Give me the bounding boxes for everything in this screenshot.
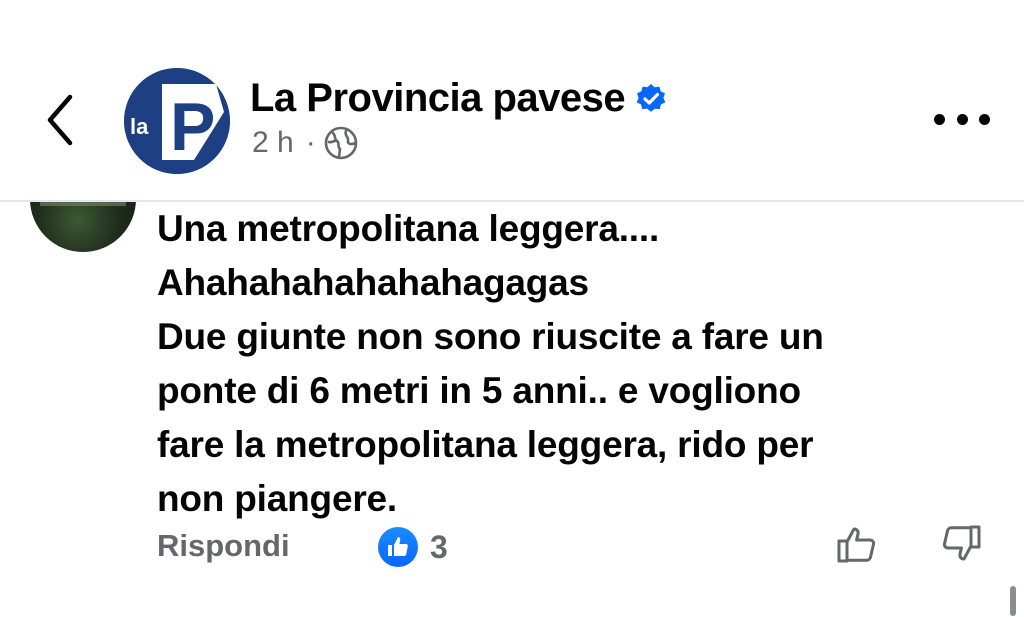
scrollbar[interactable] <box>1010 586 1016 616</box>
reply-button[interactable]: Rispondi <box>157 528 290 564</box>
comment-line: Due giunte non sono riuscite a fare un <box>157 316 824 357</box>
more-dot <box>979 113 990 125</box>
back-chevron-icon <box>47 94 73 146</box>
logo-small-letters: la <box>130 114 149 139</box>
globe-icon <box>324 126 358 160</box>
thumbs-down-icon[interactable] <box>940 522 984 566</box>
like-count: 3 <box>430 528 448 565</box>
comment-body: Una metropolitana leggera.... Ahahahahah… <box>157 202 997 526</box>
la-provincia-logo: P la <box>124 68 230 174</box>
comment-line: Una metropolitana leggera.... <box>157 208 660 249</box>
meta-separator: · <box>305 126 316 159</box>
comment-line: fare la metropolitana leggera, rido per <box>157 424 814 465</box>
comment-line: ponte di 6 metri in 5 anni.. e vogliono <box>157 370 801 411</box>
more-options-icon[interactable] <box>934 104 990 134</box>
back-button[interactable] <box>40 92 80 148</box>
post-meta: 2 h · <box>252 126 358 160</box>
post-header: P la La Provincia pavese 2 h · <box>0 0 1024 202</box>
comment-line: non piangere. <box>157 478 397 519</box>
thumbs-up-icon[interactable] <box>834 522 878 566</box>
reaction-summary[interactable]: 3 <box>378 527 448 567</box>
page-name[interactable]: La Provincia pavese <box>250 76 626 121</box>
page-name-row[interactable]: La Provincia pavese <box>250 76 667 121</box>
more-dot <box>934 113 945 125</box>
comment-line: Ahahahahahahahagagas <box>157 262 589 303</box>
post-time[interactable]: 2 h <box>252 126 294 160</box>
logo-big-letter: P <box>170 89 215 165</box>
page-logo-avatar[interactable]: P la <box>124 68 230 174</box>
verified-badge-icon <box>635 83 667 115</box>
like-reaction-icon <box>378 527 418 567</box>
more-dot <box>956 113 968 125</box>
